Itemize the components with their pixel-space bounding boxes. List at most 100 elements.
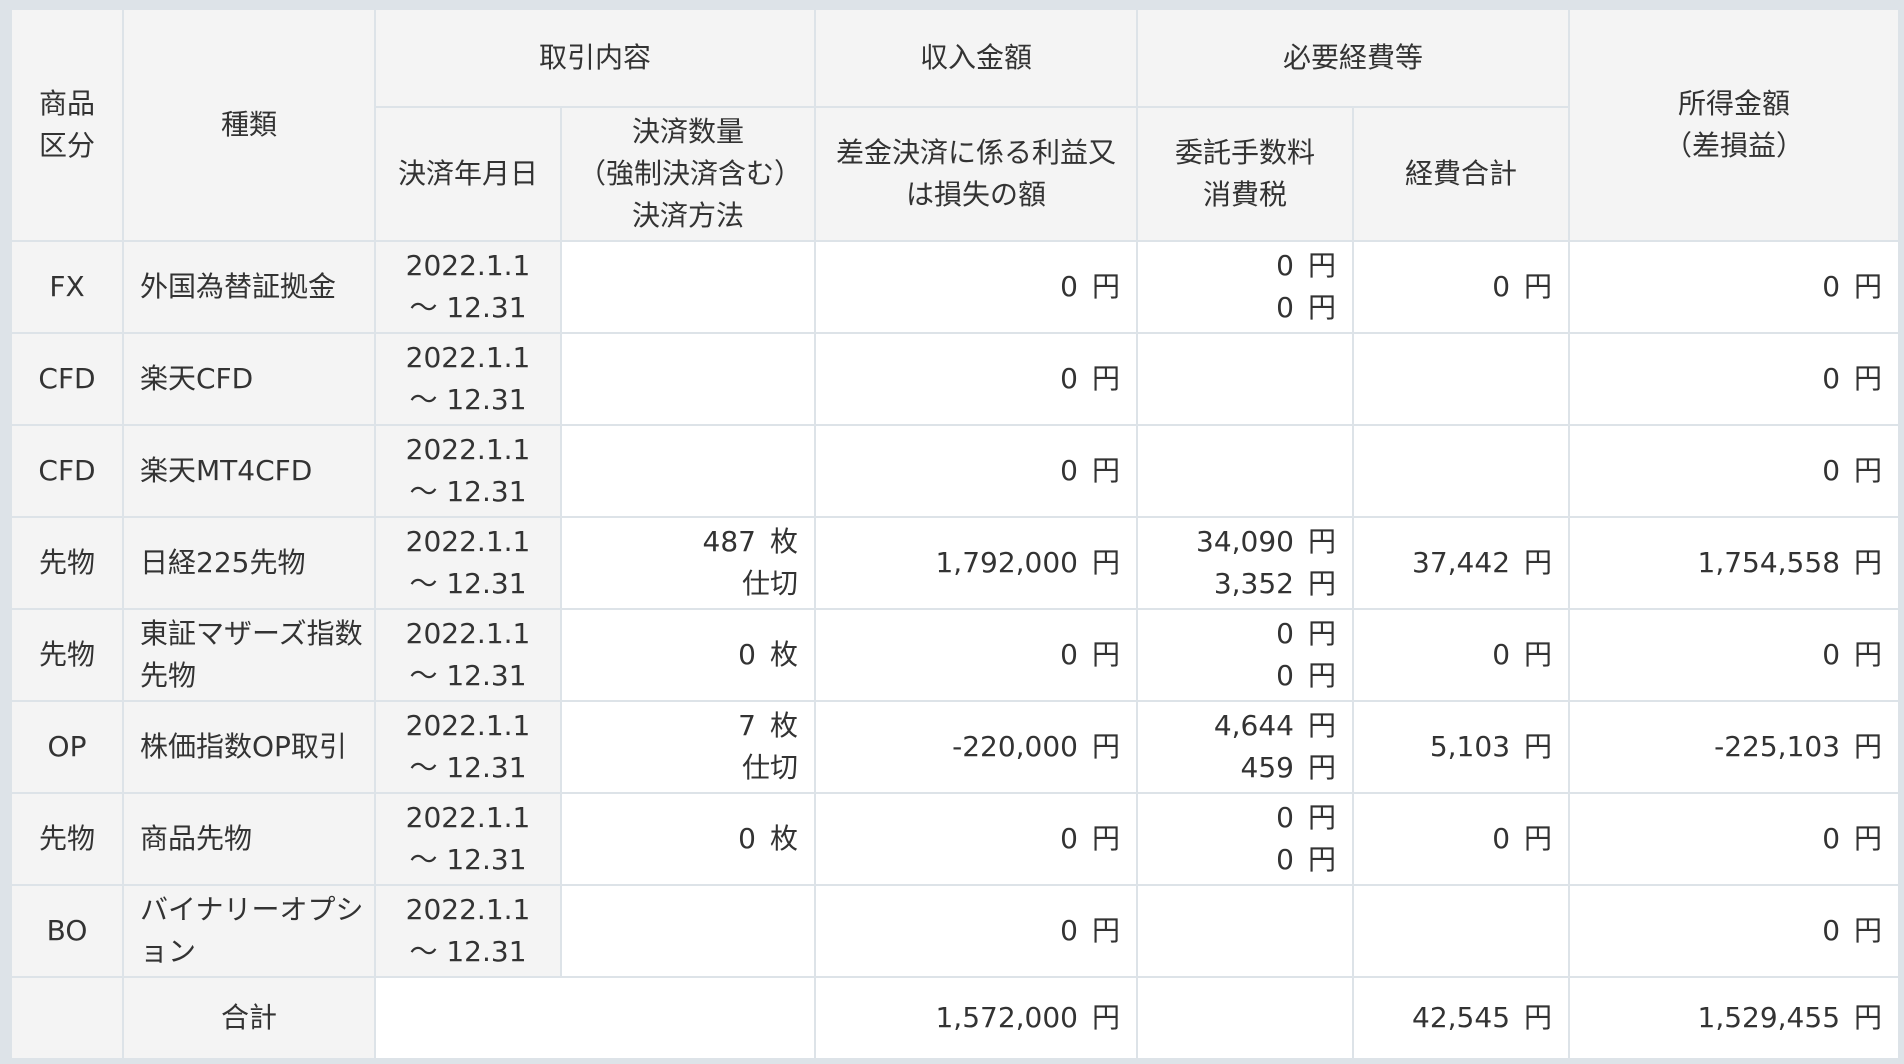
row-income: 0円 — [814, 608, 1139, 702]
row-qty-unit: 枚 — [770, 525, 799, 558]
row-method: 仕切 — [742, 567, 799, 600]
row-expense-amount-value: 0 — [1492, 638, 1511, 671]
row-income-amount-unit: 円 — [1092, 546, 1121, 579]
row-commission-amount-unit: 円 — [1308, 525, 1337, 558]
table-row: 先物 日経225先物 2022.1.1 ～ 12.31 487 枚仕切 1,792,000 円… — [10, 516, 1901, 610]
row-commission: 34,090 円 3,352 円 — [1136, 516, 1355, 610]
row-commission: 0円0円 — [1136, 240, 1355, 334]
row-commission-amount: 0円 — [1154, 613, 1336, 655]
row-profit-amount-value: 0 — [1822, 914, 1841, 947]
row-expense-amount-value: 0 — [1492, 822, 1511, 855]
row-commission-amount: 0円 — [1154, 797, 1336, 839]
row-date-start: 2022.1.1 — [405, 249, 531, 282]
row-kind: バイナリーオプシ ョン — [122, 884, 376, 978]
row-income: -220,000 円 — [814, 700, 1139, 794]
row-commission-amount-unit: 円 — [1308, 709, 1337, 742]
row-commission-amount-value: 0 — [1276, 617, 1294, 650]
table-row: CFD 楽天MT4CFD 2022.1.1 ～ 12.31 0 円 0 円 — [10, 424, 1901, 518]
row-profit-amount: 1,754,558 円 — [1586, 542, 1883, 584]
row-profit: 0円 — [1568, 332, 1901, 426]
row-tax-amount-unit: 円 — [1308, 843, 1337, 876]
row-income-amount-unit: 円 — [1092, 270, 1121, 303]
row-qty-value: 487 — [702, 525, 756, 558]
header-income-sub: 差金決済に係る利益又 は損失の額 — [814, 106, 1139, 242]
row-settle-date: 2022.1.1 ～ 12.31 — [374, 240, 562, 334]
total-transaction-cell — [373, 976, 817, 1060]
row-expense-total — [1352, 332, 1571, 426]
row-tax-amount-unit: 円 — [1308, 751, 1337, 784]
row-settle-date: 2022.1.1 ～ 12.31 — [374, 424, 562, 518]
row-income-amount: 0円 — [832, 266, 1120, 308]
row-tax-amount: 0円 — [1154, 839, 1336, 881]
row-commission: 0円0円 — [1136, 792, 1355, 886]
row-category: OP — [10, 700, 124, 794]
row-settle-qty — [559, 884, 817, 978]
table-row: 先物 商品先物 2022.1.1 ～ 12.31 0 枚 0 円 0 円 0 円 0 円 0 円 — [10, 792, 1901, 886]
row-expense-amount: 0円 — [1370, 818, 1552, 860]
row-kind-line: バイナリーオプシ — [140, 893, 364, 926]
row-settle-qty: 487 枚仕切 — [559, 516, 817, 610]
row-profit-amount: 0円 — [1586, 450, 1882, 492]
row-profit: 0円 — [1568, 240, 1901, 334]
row-kind: 東証マザーズ指数 先物 — [122, 608, 376, 702]
row-date-start: 2022.1.1 — [405, 893, 531, 926]
row-income-amount-value: 0 — [1060, 270, 1078, 303]
table-row: FX 外国為替証拠金 2022.1.1 ～ 12.31 0 円 0 円 0 円 0 円 0 円 — [10, 240, 1901, 334]
row-date-start: 2022.1.1 — [405, 525, 531, 558]
row-tax-amount-value: 0 — [1276, 843, 1294, 876]
row-tax-amount-unit: 円 — [1308, 291, 1337, 324]
row-settle-date: 2022.1.1 ～ 12.31 — [374, 516, 562, 610]
total-label: 合計 — [122, 976, 376, 1060]
row-commission-amount-value: 0 — [1276, 801, 1294, 834]
row-income-amount: -220,000 円 — [832, 726, 1120, 768]
row-income-amount: 0円 — [832, 358, 1120, 400]
row-income-amount-value: 1,792,000 — [935, 546, 1078, 579]
row-expense-amount: 0円 — [1370, 634, 1552, 676]
row-profit-amount-value: 0 — [1822, 454, 1841, 487]
row-date-start: 2022.1.1 — [405, 341, 531, 374]
row-profit-amount-value: 0 — [1822, 362, 1841, 395]
income-report-table: 商品 区分 種類 取引内容 収入金額 必要経費等 所得金額 （差損益） 決済年月… — [10, 8, 1901, 1060]
row-income-amount-value: 0 — [1060, 454, 1078, 487]
row-expense-amount-value: 37,442 — [1412, 546, 1511, 579]
row-tax-amount: 0円 — [1154, 655, 1336, 697]
row-expense-amount-value: 0 — [1492, 270, 1511, 303]
header-settle-qty: 決済数量 （強制決済含む） 決済方法 — [559, 106, 817, 242]
row-commission — [1136, 884, 1355, 978]
row-expense-amount: 37,442 円 — [1370, 542, 1552, 584]
row-settle-qty — [559, 424, 817, 518]
row-category: 先物 — [10, 792, 124, 886]
row-category: BO — [10, 884, 124, 978]
row-income-amount: 0円 — [832, 450, 1120, 492]
row-profit-amount-unit: 円 — [1854, 546, 1883, 579]
row-tax-amount-unit: 円 — [1308, 659, 1337, 692]
report-frame: 商品 区分 種類 取引内容 収入金額 必要経費等 所得金額 （差損益） 決済年月… — [0, 0, 1904, 1064]
row-expense-amount-unit: 円 — [1524, 638, 1553, 671]
row-income: 0円 — [814, 792, 1139, 886]
row-qty: 7枚 — [578, 705, 798, 747]
row-date-start: 2022.1.1 — [405, 433, 531, 466]
row-income: 0円 — [814, 332, 1139, 426]
row-kind-line: 先物 — [140, 659, 197, 692]
row-income-amount-unit: 円 — [1092, 362, 1121, 395]
total-income: 1,572,000 円 — [814, 976, 1139, 1060]
row-tax-amount: 0円 — [1154, 287, 1336, 329]
row-kind: 株価指数OP取引 — [122, 700, 376, 794]
row-category: 先物 — [10, 608, 124, 702]
header-transaction: 取引内容 — [373, 8, 817, 108]
row-tax-amount: 459 円 — [1154, 747, 1336, 789]
total-row: 合計 1,572,000 円 42,545 円 1,529,455 円 — [10, 976, 1901, 1060]
row-date-end: ～ 12.31 — [409, 383, 527, 416]
header-income: 収入金額 — [814, 8, 1139, 108]
row-expense-amount-value: 5,103 — [1429, 730, 1511, 763]
row-profit-amount-unit: 円 — [1854, 362, 1883, 395]
row-profit-amount: 0円 — [1586, 910, 1882, 952]
row-date-end: ～ 12.31 — [409, 475, 527, 508]
row-expense-total: 0円 — [1352, 240, 1571, 334]
row-profit-amount-unit: 円 — [1854, 730, 1883, 763]
row-profit: 0円 — [1568, 884, 1901, 978]
row-category: CFD — [10, 424, 124, 518]
row-date-end: ～ 12.31 — [409, 567, 527, 600]
row-expense-amount: 0円 — [1370, 266, 1552, 308]
row-qty-value: 0 — [738, 638, 756, 671]
